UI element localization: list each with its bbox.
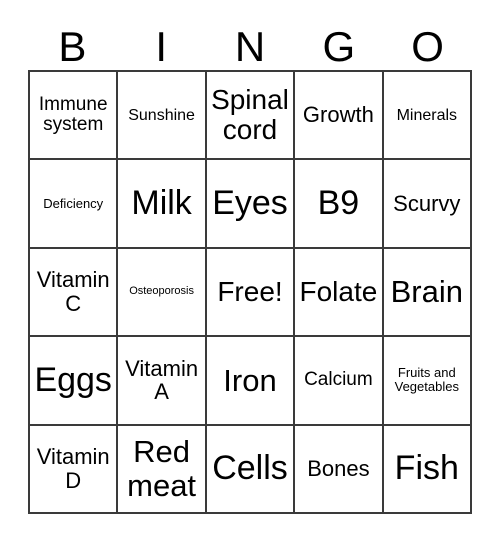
- bingo-cell-label: Brain: [390, 274, 463, 310]
- bingo-cell[interactable]: Free!: [206, 248, 296, 338]
- bingo-cell-label: Eyes: [212, 184, 288, 223]
- header-letter-g: G: [322, 23, 356, 70]
- bingo-cell-label: Deficiency: [43, 195, 104, 211]
- bingo-cell-label: Fish: [394, 449, 459, 488]
- bingo-cell[interactable]: Eggs: [30, 337, 119, 426]
- bingo-cell[interactable]: Vitamin A: [118, 337, 207, 426]
- bingo-cell[interactable]: Fruits and Vegetables: [383, 337, 472, 426]
- bingo-cell-label: Vitamin D: [36, 444, 110, 493]
- bingo-cell[interactable]: Eyes: [206, 160, 296, 249]
- bingo-cell-label: Free!: [217, 275, 283, 307]
- header-letter-b: B: [58, 23, 87, 70]
- bingo-cell[interactable]: Immune system: [30, 72, 119, 161]
- bingo-cell-label: Milk: [131, 184, 192, 223]
- bingo-cell[interactable]: Growth: [295, 72, 384, 161]
- bingo-cell-label: Osteoporosis: [129, 285, 194, 298]
- bingo-cell-label: Immune system: [38, 93, 108, 136]
- bingo-cell[interactable]: Fish: [383, 425, 472, 514]
- bingo-cell[interactable]: Spinal cord: [206, 72, 296, 161]
- bingo-cell[interactable]: Bones: [295, 425, 384, 514]
- bingo-cell[interactable]: Brain: [383, 248, 472, 338]
- bingo-card: B I N G O Immune system Sunshine Spinal co…: [0, 0, 500, 544]
- bingo-cell[interactable]: Vitamin C: [30, 248, 119, 338]
- bingo-cell[interactable]: Red meat: [118, 425, 207, 514]
- bingo-cell[interactable]: Minerals: [383, 72, 472, 161]
- bingo-cell[interactable]: Scurvy: [383, 160, 472, 249]
- bingo-cell-label: Eggs: [34, 361, 112, 400]
- header-letter-i: I: [155, 23, 168, 70]
- bingo-cell-label: Cells: [212, 449, 288, 488]
- bingo-cell[interactable]: B9: [295, 160, 384, 249]
- bingo-cell-label: Growth: [302, 102, 374, 128]
- bingo-cell-label: Fruits and Vegetables: [394, 365, 459, 395]
- bingo-cell[interactable]: Sunshine: [118, 72, 207, 161]
- bingo-cell[interactable]: Folate: [295, 248, 384, 338]
- bingo-cell-label: B9: [317, 184, 360, 223]
- bingo-cell[interactable]: Vitamin D: [30, 425, 119, 514]
- header-letter-n: N: [234, 23, 266, 70]
- bingo-cell-label: Calcium: [304, 369, 373, 391]
- bingo-cell-label: Minerals: [396, 106, 458, 124]
- header-letter-o: O: [411, 23, 444, 70]
- bingo-header: B I N G O: [28, 18, 472, 70]
- bingo-cell-label: Red meat: [127, 434, 197, 503]
- bingo-cell[interactable]: Calcium: [295, 337, 384, 426]
- bingo-cell-label: Iron: [223, 362, 277, 398]
- bingo-cell-label: Bones: [307, 455, 370, 481]
- bingo-cell-label: Vitamin C: [36, 267, 110, 316]
- bingo-cell-label: Sunshine: [128, 106, 195, 124]
- bingo-cell-label: Spinal cord: [211, 83, 289, 146]
- bingo-cell[interactable]: Deficiency: [30, 160, 119, 249]
- bingo-cell[interactable]: Osteoporosis: [118, 248, 207, 338]
- bingo-cell[interactable]: Iron: [206, 337, 296, 426]
- bingo-cell-label: Vitamin A: [125, 355, 199, 405]
- bingo-grid: Immune system Sunshine Spinal cord Growth Mi…: [28, 70, 472, 514]
- bingo-cell-label: Folate: [299, 275, 378, 307]
- bingo-cell[interactable]: Cells: [206, 425, 296, 514]
- bingo-cell[interactable]: Milk: [118, 160, 207, 249]
- bingo-cell-label: Scurvy: [393, 190, 461, 216]
